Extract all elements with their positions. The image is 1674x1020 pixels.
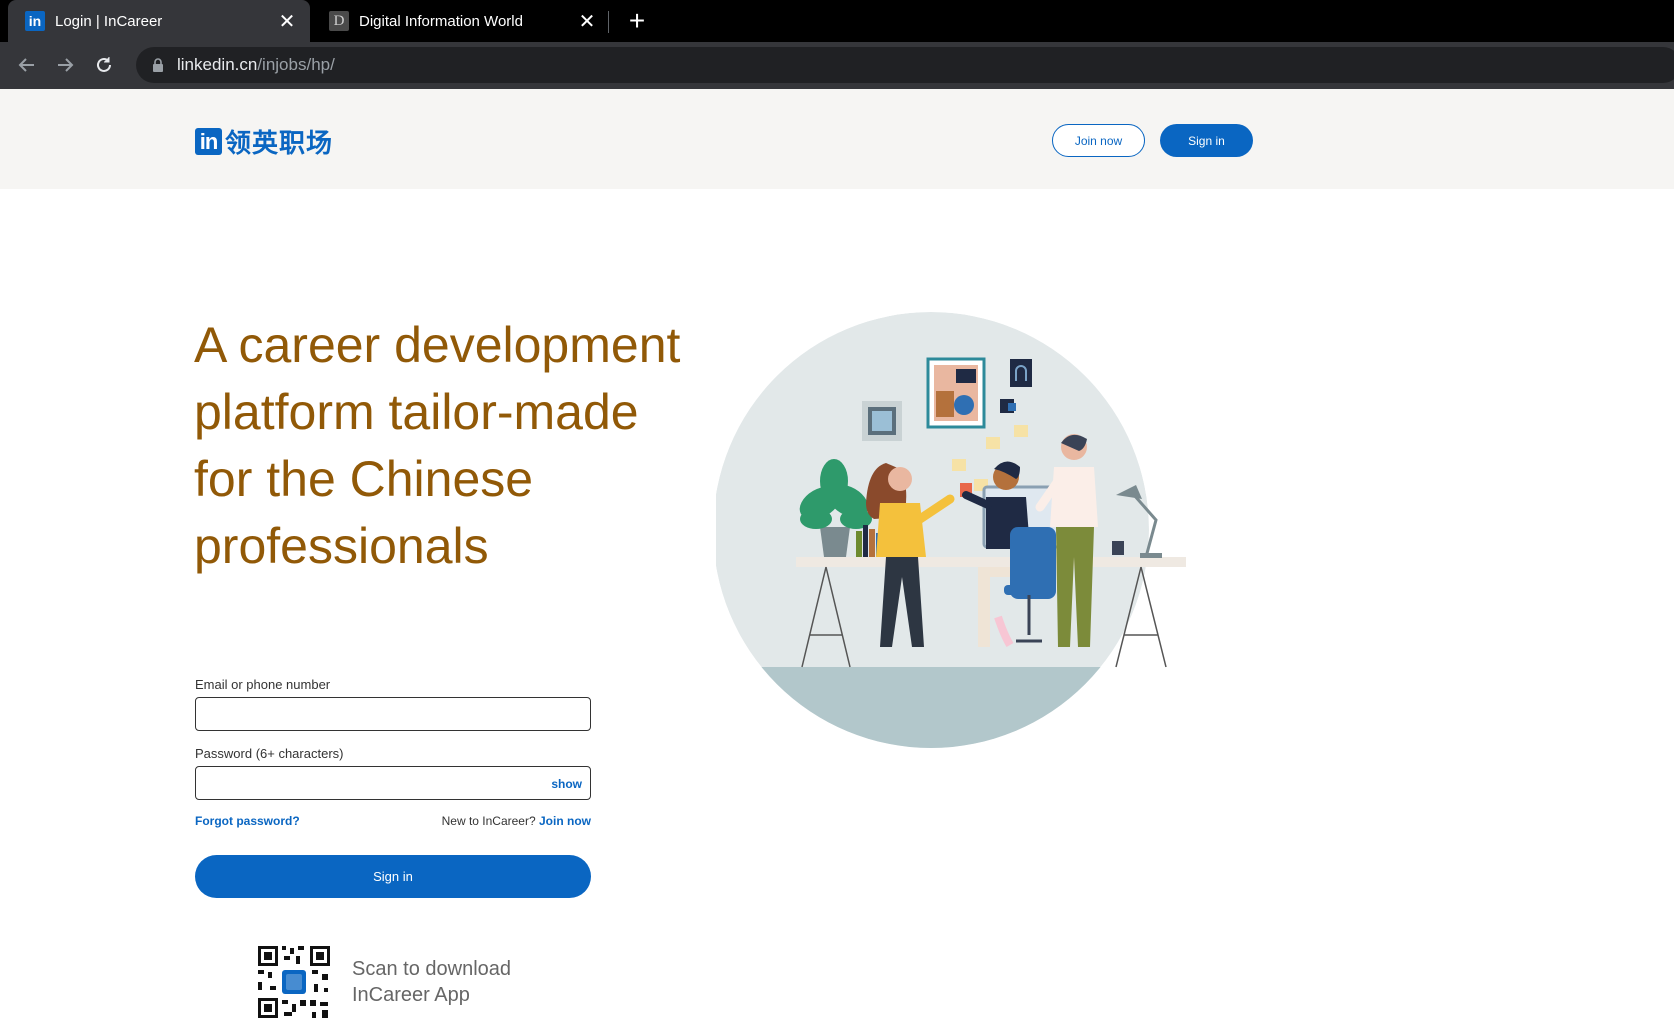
qr-code-icon [256,944,332,1020]
url-host: linkedin.cn [177,55,258,74]
form-links-row: Forgot password? New to InCareer? Join n… [195,814,591,828]
d-letter-icon: D [329,11,349,31]
browser-tab-strip: in Login | InCareer ✕ D Digital Informat… [0,0,1674,42]
hero-headline: A career development platform tailor-mad… [194,317,681,574]
sign-in-button[interactable]: Sign in [1160,124,1253,157]
logo-in-badge: in [195,128,222,155]
forward-button[interactable] [50,50,80,80]
office-team-illustration [716,312,1186,748]
tab-title: Digital Information World [359,12,523,30]
scan-line-1: Scan to download [352,958,512,980]
new-to-incareer-text: New to InCareer? [441,814,536,828]
password-field[interactable]: show [195,766,591,800]
password-label: Password (6+ characters) [195,746,344,761]
logo-text: 领英职场 [225,129,334,159]
browser-toolbar: linkedin.cn/injobs/hp/ [0,42,1674,89]
linkedin-icon: in [25,11,45,31]
forgot-password-link[interactable]: Forgot password? [195,814,300,828]
email-field[interactable] [195,697,591,731]
reload-button[interactable] [89,50,119,80]
reload-icon [97,57,111,72]
app-download: Scan to download InCareer App [256,944,511,1020]
join-prompt: New to InCareer? Join now [442,814,591,828]
incareer-logo[interactable]: in 领英职场 [195,123,333,160]
arrow-left-icon [18,58,34,72]
email-label: Email or phone number [195,677,331,692]
login-form: Email or phone number Password (6+ chara… [195,677,591,898]
url-text: linkedin.cn/injobs/hp/ [177,55,335,75]
join-now-link[interactable]: Join now [539,814,591,828]
scan-line-2: InCareer App [352,984,470,1006]
site-header: in 领英职场 Join now Sign in [0,89,1674,189]
tab-digital-information-world[interactable]: D Digital Information World ✕ [312,0,610,42]
show-password-toggle[interactable]: show [551,777,582,791]
submit-sign-in-button[interactable]: Sign in [195,855,591,898]
url-path: /injobs/hp/ [257,55,335,74]
lock-icon [152,58,164,72]
new-tab-button[interactable]: + [622,5,652,36]
tab-login-incareer[interactable]: in Login | InCareer ✕ [8,0,310,42]
address-bar[interactable]: linkedin.cn/injobs/hp/ [136,47,1674,83]
close-icon[interactable]: ✕ [574,8,600,34]
tab-divider [608,11,609,33]
join-now-button[interactable]: Join now [1052,124,1145,157]
back-button[interactable] [12,50,42,80]
tab-title: Login | InCareer [55,12,163,30]
close-icon[interactable]: ✕ [274,8,300,34]
arrow-right-icon [58,58,74,72]
scan-caption: Scan to download InCareer App [352,956,511,1020]
